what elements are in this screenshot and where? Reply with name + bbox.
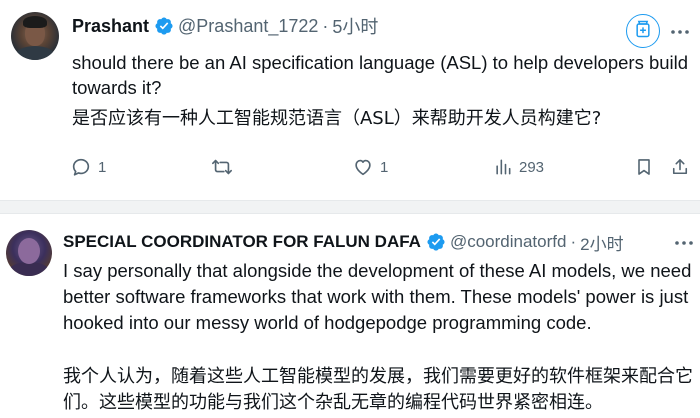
heart-icon <box>352 156 374 178</box>
reply-count: 1 <box>98 158 107 176</box>
like-button[interactable]: 1 <box>352 154 388 180</box>
grok-translate-button[interactable] <box>626 14 660 48</box>
tweet-divider <box>0 200 700 214</box>
verified-badge-icon <box>426 232 446 252</box>
views-button[interactable]: 293 <box>493 154 544 180</box>
reply-button[interactable]: 1 <box>70 154 106 180</box>
more-options-button[interactable] <box>668 21 692 41</box>
view-count: 293 <box>519 158 545 176</box>
tweet-translation: 我个人认为，随着这些人工智能模型的发展，我们需要更好的软件框架来配合它们。这些模… <box>63 366 693 413</box>
author-name[interactable]: Prashant <box>72 16 149 37</box>
tweet-actions: 1 1 293 <box>0 154 700 180</box>
tweet-translation: 是否应该有一种人工智能规范语言（ASL）来帮助开发人员构建它? <box>72 108 602 129</box>
share-button[interactable] <box>670 154 690 180</box>
more-dots-icon <box>670 22 690 40</box>
share-icon <box>670 156 690 178</box>
author-handle[interactable]: @coordinatorfd <box>450 232 567 252</box>
tweet-text: I say personally that alongside the deve… <box>63 260 692 333</box>
retweet-icon <box>210 156 234 178</box>
author-handle[interactable]: @Prashant_1722 <box>178 16 318 37</box>
author-name[interactable]: SPECIAL COORDINATOR FOR FALUN DAFA <box>63 232 421 252</box>
more-dots-icon <box>674 233 694 251</box>
avatar[interactable] <box>6 230 52 276</box>
bookmark-button[interactable] <box>634 154 654 180</box>
meta-separator: · <box>322 15 329 36</box>
tweet-prashant[interactable]: Prashant @Prashant_1722 · 5小时 should the… <box>0 0 700 200</box>
like-count: 1 <box>380 158 389 176</box>
verified-badge-icon <box>154 16 174 36</box>
bookmark-icon <box>634 156 654 178</box>
meta-separator: · <box>570 232 577 251</box>
post-time[interactable]: 5小时 <box>332 13 378 39</box>
tweet-header: Prashant @Prashant_1722 · 5小时 <box>72 13 378 39</box>
grok-translate-icon <box>633 19 653 44</box>
avatar[interactable] <box>11 12 59 60</box>
tweet-text: should there be an AI specification lang… <box>72 52 689 98</box>
tweet-coordinatorfd[interactable]: SPECIAL COORDINATOR FOR FALUN DAFA @coor… <box>0 214 700 418</box>
tweet-header: SPECIAL COORDINATOR FOR FALUN DAFA @coor… <box>63 229 624 255</box>
reply-icon <box>70 156 92 178</box>
post-time[interactable]: 2小时 <box>580 230 623 255</box>
views-chart-icon <box>493 156 513 178</box>
retweet-button[interactable] <box>210 154 240 180</box>
more-options-button[interactable] <box>672 232 696 252</box>
